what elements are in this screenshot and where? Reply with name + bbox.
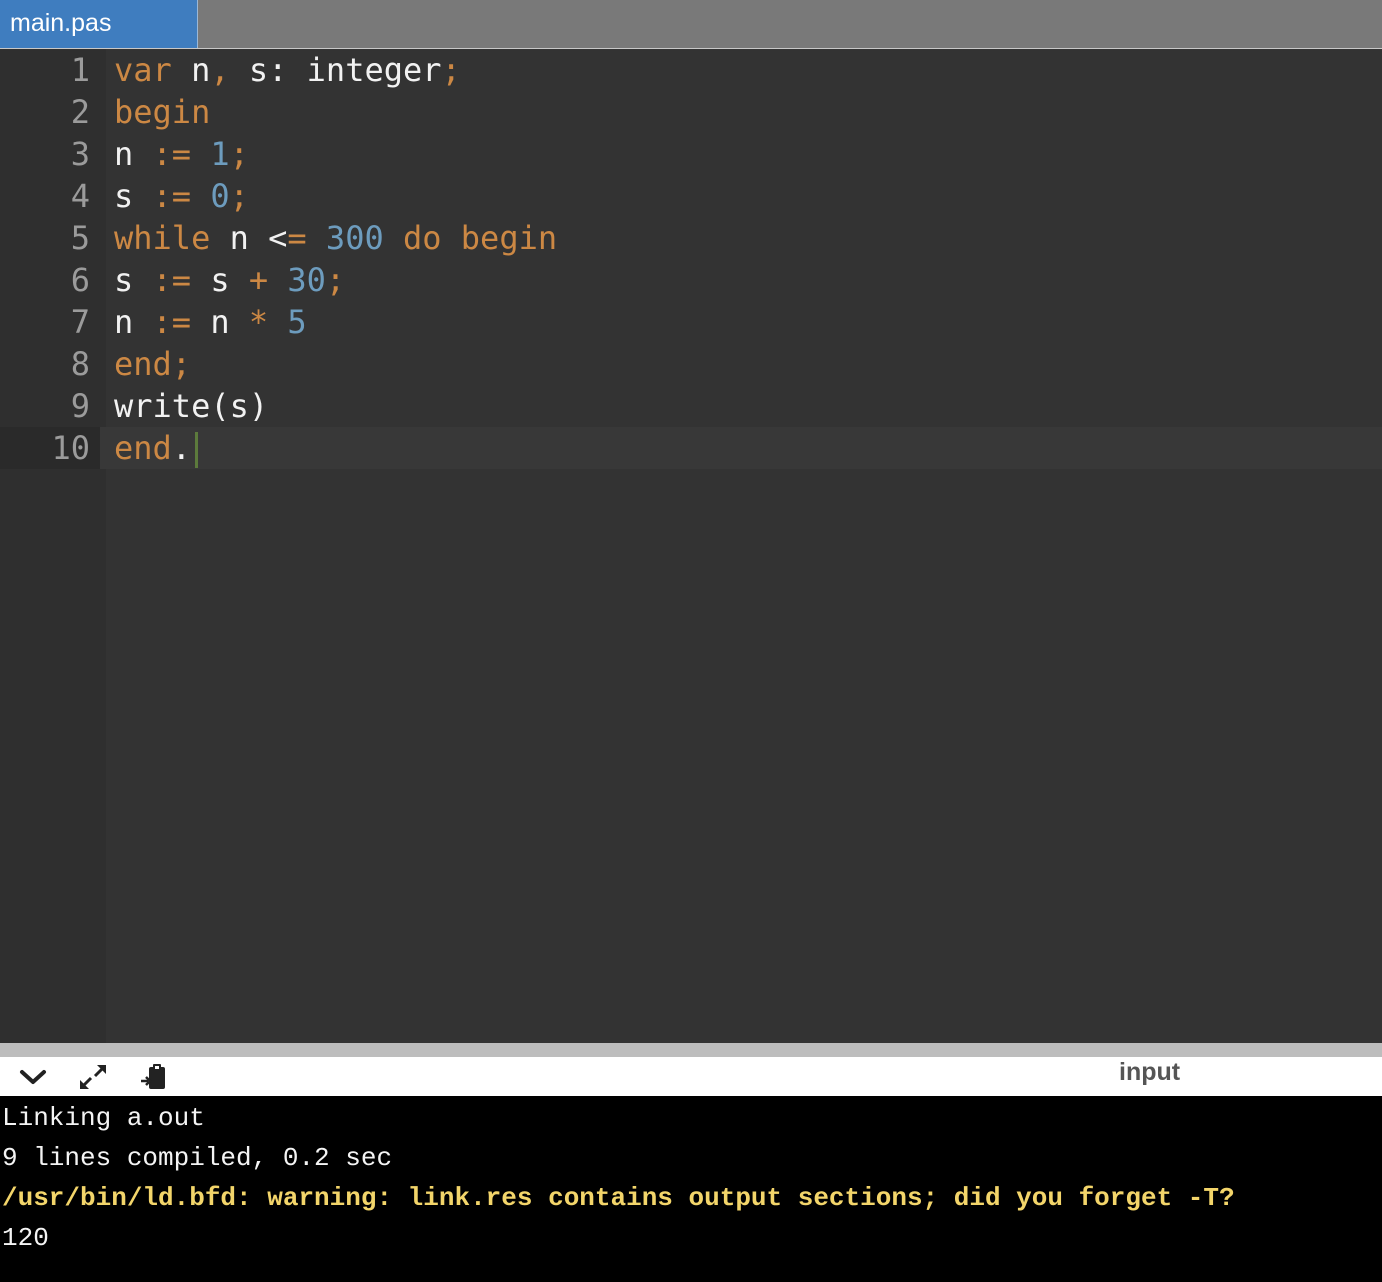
maximize-console-button[interactable] [76,1061,110,1093]
code-line[interactable]: 10 end. [0,427,1382,469]
code-token: + [248,261,269,299]
code-token: 0 [210,177,230,215]
code-token: n [114,135,153,173]
code-token: s [114,261,153,299]
code-line[interactable]: 3n := 1; [0,133,1382,175]
code-text: var n, s: integer; [114,49,461,91]
line-number: 9 [70,387,90,425]
code-token: = [287,219,307,257]
code-token: begin [114,93,211,131]
line-number: 4 [70,177,90,215]
code-token: . [171,429,192,467]
code-line[interactable]: 7n := n * 5 [0,301,1382,343]
code-token: * [248,303,269,341]
tab-bar: main.pas [0,0,1382,49]
panel-splitter[interactable] [0,1043,1382,1057]
code-token: var [114,51,172,89]
console-line: /usr/bin/ld.bfd: warning: link.res conta… [2,1183,1235,1213]
code-line[interactable]: 2 begin [0,91,1382,133]
code-token: end [114,345,172,383]
code-token: := [152,303,192,341]
code-token: 5 [287,303,307,341]
code-token: while [114,219,211,257]
code-token: n [171,51,211,89]
text-cursor [195,432,199,468]
line-number: 1 [70,51,90,89]
code-token: end [114,429,172,467]
expand-arrows-icon [79,1064,107,1090]
code-line[interactable]: 1 var n, s: integer; [0,49,1382,91]
code-token: ; [441,51,461,89]
code-text: end; [114,343,191,385]
code-line[interactable]: 4s := 0; [0,175,1382,217]
paste-input-button[interactable] [136,1061,170,1093]
console-line: 9 lines compiled, 0.2 sec [2,1143,393,1173]
line-number: 8 [70,345,90,383]
line-number: 3 [70,135,90,173]
code-token: ; [229,135,249,173]
console-line: 120 [2,1223,49,1253]
code-token: , [210,51,230,89]
code-text: n := n * 5 [114,301,307,343]
code-token: 300 [325,219,384,257]
input-tab-label[interactable]: input [1119,1057,1180,1087]
code-editor[interactable]: 1 var n, s: integer; 2 begin 3 n := 1; 4 s := 0… [0,49,1382,1043]
code-token: n < [210,219,288,257]
code-token: := [152,135,192,173]
code-text: while n <= 300 do begin [114,217,557,259]
code-line[interactable]: 6s := s + 30; [0,259,1382,301]
console-toolbar: input [0,1057,1382,1096]
line-number: 7 [70,303,90,341]
chevron-down-icon [20,1070,46,1084]
line-number: 6 [70,261,90,299]
line-number: 5 [70,219,90,257]
code-line[interactable]: 8 end; [0,343,1382,385]
code-text: begin [114,91,210,133]
code-token: ; [229,177,249,215]
code-token: n [191,303,249,341]
code-token: ; [325,261,346,299]
line-number: 2 [70,93,90,131]
code-token: s [191,261,249,299]
code-text: end. [114,427,199,469]
code-token: s: integer [229,51,442,89]
code-token: 1 [210,135,230,173]
code-token: 30 [287,261,326,299]
code-token: do [402,219,442,257]
code-text: s := s + 30; [114,259,345,301]
code-text: write(s) [114,385,268,427]
console-output: Linking a.out 9 lines compiled, 0.2 sec/u… [0,1096,1382,1282]
console-line: Linking a.out [2,1103,205,1133]
code-token: ; [171,345,192,383]
code-token: := [152,261,192,299]
code-token: write(s) [114,387,269,425]
code-token: s [114,177,153,215]
code-text: n := 1; [114,133,249,175]
paste-clipboard-icon [141,1064,165,1089]
code-token: n [114,303,153,341]
code-token: begin [460,219,558,257]
code-lines[interactable]: 1 var n, s: integer; 2 begin 3 n := 1; 4 s := 0… [0,49,1382,469]
code-text: s := 0; [114,175,249,217]
line-number: 10 [0,427,100,469]
code-line[interactable]: 5 while n <= 300 do begin [0,217,1382,259]
collapse-console-button[interactable] [16,1061,50,1093]
code-line[interactable]: 9 write(s) [0,385,1382,427]
code-token: := [152,177,192,215]
tab-main-pas[interactable]: main.pas [0,0,198,48]
